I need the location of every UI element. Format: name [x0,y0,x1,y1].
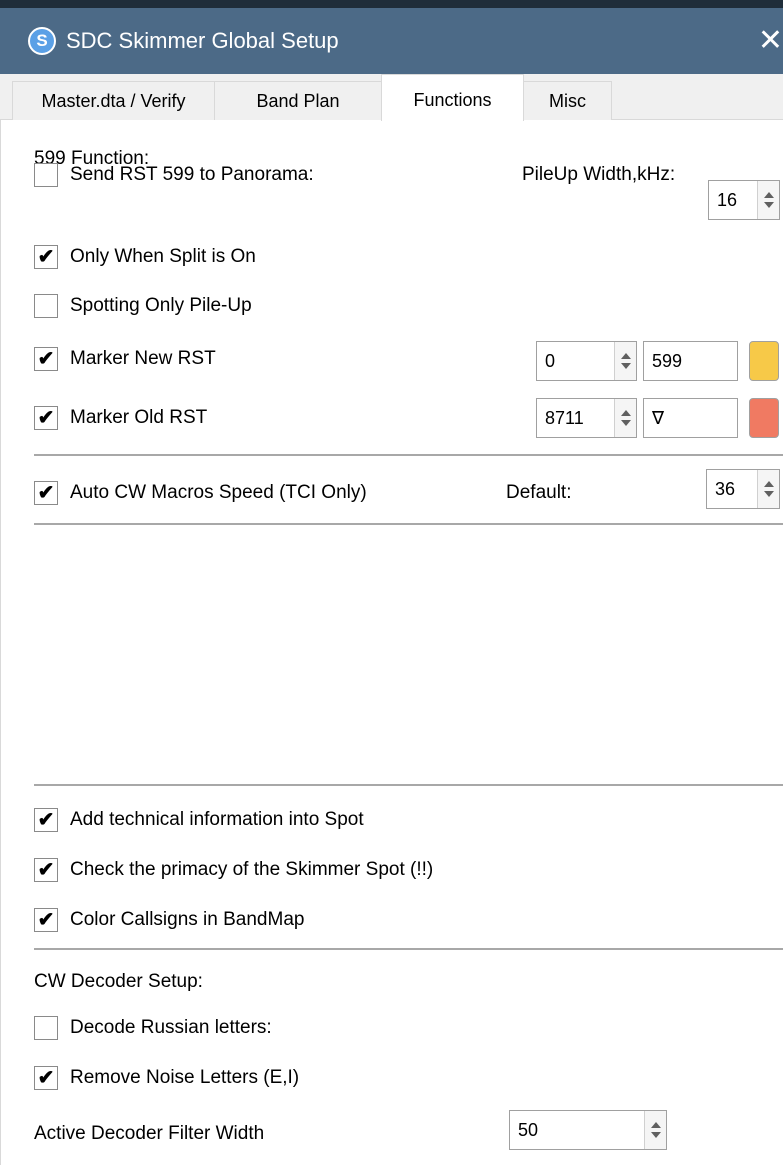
window-title: SDC Skimmer Global Setup [66,28,339,53]
filter-width-value: 50 [518,1120,539,1140]
tab-band-plan[interactable]: Band Plan [214,81,382,120]
divider [34,948,783,950]
default-speed-stepper[interactable] [757,470,779,508]
send-rst-599-checkbox[interactable] [34,163,58,187]
spin-down-icon[interactable] [764,202,774,208]
app-logo-icon: S [28,27,56,55]
marker-old-rst-stepper[interactable] [614,399,636,437]
add-technical-info-label[interactable]: Add technical information into Spot [70,809,364,831]
spin-up-icon[interactable] [764,481,774,487]
title-bar[interactable]: S SDC Skimmer Global Setup ✕ [0,8,783,74]
add-technical-info-checkbox[interactable]: ✔ [34,808,58,832]
spotting-only-pileup-checkbox[interactable] [34,294,58,318]
default-speed-value: 36 [715,479,736,499]
spin-up-icon[interactable] [764,192,774,198]
window-top-border [0,0,783,8]
tab-bar: Master.dta / Verify Band Plan Functions … [0,74,783,121]
decode-russian-label[interactable]: Decode Russian letters: [70,1017,272,1039]
spin-down-icon[interactable] [621,420,631,426]
spin-up-icon[interactable] [651,1122,661,1128]
filter-width-stepper[interactable] [644,1111,666,1149]
tab-misc[interactable]: Misc [523,81,612,120]
check-primacy-label[interactable]: Check the primacy of the Skimmer Spot (!… [70,859,433,881]
marker-old-rst-spinbox[interactable]: 8711 [536,398,637,438]
marker-old-color-swatch[interactable] [749,398,779,438]
marker-new-rst-text-field[interactable]: 599 [643,341,738,381]
check-primacy-checkbox[interactable]: ✔ [34,858,58,882]
functions-panel: 599 Function: Send RST 599 to Panorama: … [0,120,783,1165]
marker-old-rst-text-value: ∇ [652,408,665,428]
decode-russian-checkbox[interactable] [34,1016,58,1040]
pileup-width-spinbox[interactable]: 16 [708,180,780,220]
remove-noise-label[interactable]: Remove Noise Letters (E,I) [70,1067,299,1089]
default-speed-spinbox[interactable]: 36 [706,469,780,509]
spin-up-icon[interactable] [621,353,631,359]
marker-old-rst-checkbox[interactable]: ✔ [34,406,58,430]
marker-old-rst-label[interactable]: Marker Old RST [70,407,207,429]
marker-new-rst-label[interactable]: Marker New RST [70,348,216,370]
spin-down-icon[interactable] [651,1132,661,1138]
tab-master-dta-verify[interactable]: Master.dta / Verify [12,81,215,120]
marker-new-rst-stepper[interactable] [614,342,636,380]
color-callsigns-label[interactable]: Color Callsigns in BandMap [70,909,304,931]
marker-new-rst-checkbox[interactable]: ✔ [34,347,58,371]
spin-down-icon[interactable] [764,491,774,497]
auto-cw-macros-label[interactable]: Auto CW Macros Speed (TCI Only) [70,482,367,504]
marker-new-rst-spinbox[interactable]: 0 [536,341,637,381]
default-speed-label: Default: [506,482,572,503]
send-rst-599-label[interactable]: Send RST 599 to Panorama: [70,164,314,186]
divider [34,454,783,456]
auto-cw-macros-checkbox[interactable]: ✔ [34,481,58,505]
remove-noise-checkbox[interactable]: ✔ [34,1066,58,1090]
filter-width-label: Active Decoder Filter Width [34,1123,265,1144]
pileup-width-label: PileUp Width,kHz: [522,164,676,185]
divider [34,784,783,786]
marker-new-color-swatch[interactable] [749,341,779,381]
pileup-width-stepper[interactable] [757,181,779,219]
section-heading-cw-decoder: CW Decoder Setup: [34,971,203,992]
spin-up-icon[interactable] [621,410,631,416]
pileup-width-value: 16 [717,190,738,210]
color-callsigns-checkbox[interactable]: ✔ [34,908,58,932]
marker-new-rst-spin-value: 0 [545,351,556,371]
filter-width-spinbox[interactable]: 50 [509,1110,667,1150]
marker-old-rst-text-field[interactable]: ∇ [643,398,738,438]
close-button[interactable]: ✕ [749,22,783,62]
spin-down-icon[interactable] [621,363,631,369]
divider [34,523,783,525]
marker-old-rst-spin-value: 8711 [545,408,584,428]
spotting-only-pileup-label[interactable]: Spotting Only Pile-Up [70,295,252,317]
marker-new-rst-text-value: 599 [652,351,683,371]
tab-functions[interactable]: Functions [381,74,524,121]
only-when-split-label[interactable]: Only When Split is On [70,246,256,268]
only-when-split-checkbox[interactable]: ✔ [34,245,58,269]
